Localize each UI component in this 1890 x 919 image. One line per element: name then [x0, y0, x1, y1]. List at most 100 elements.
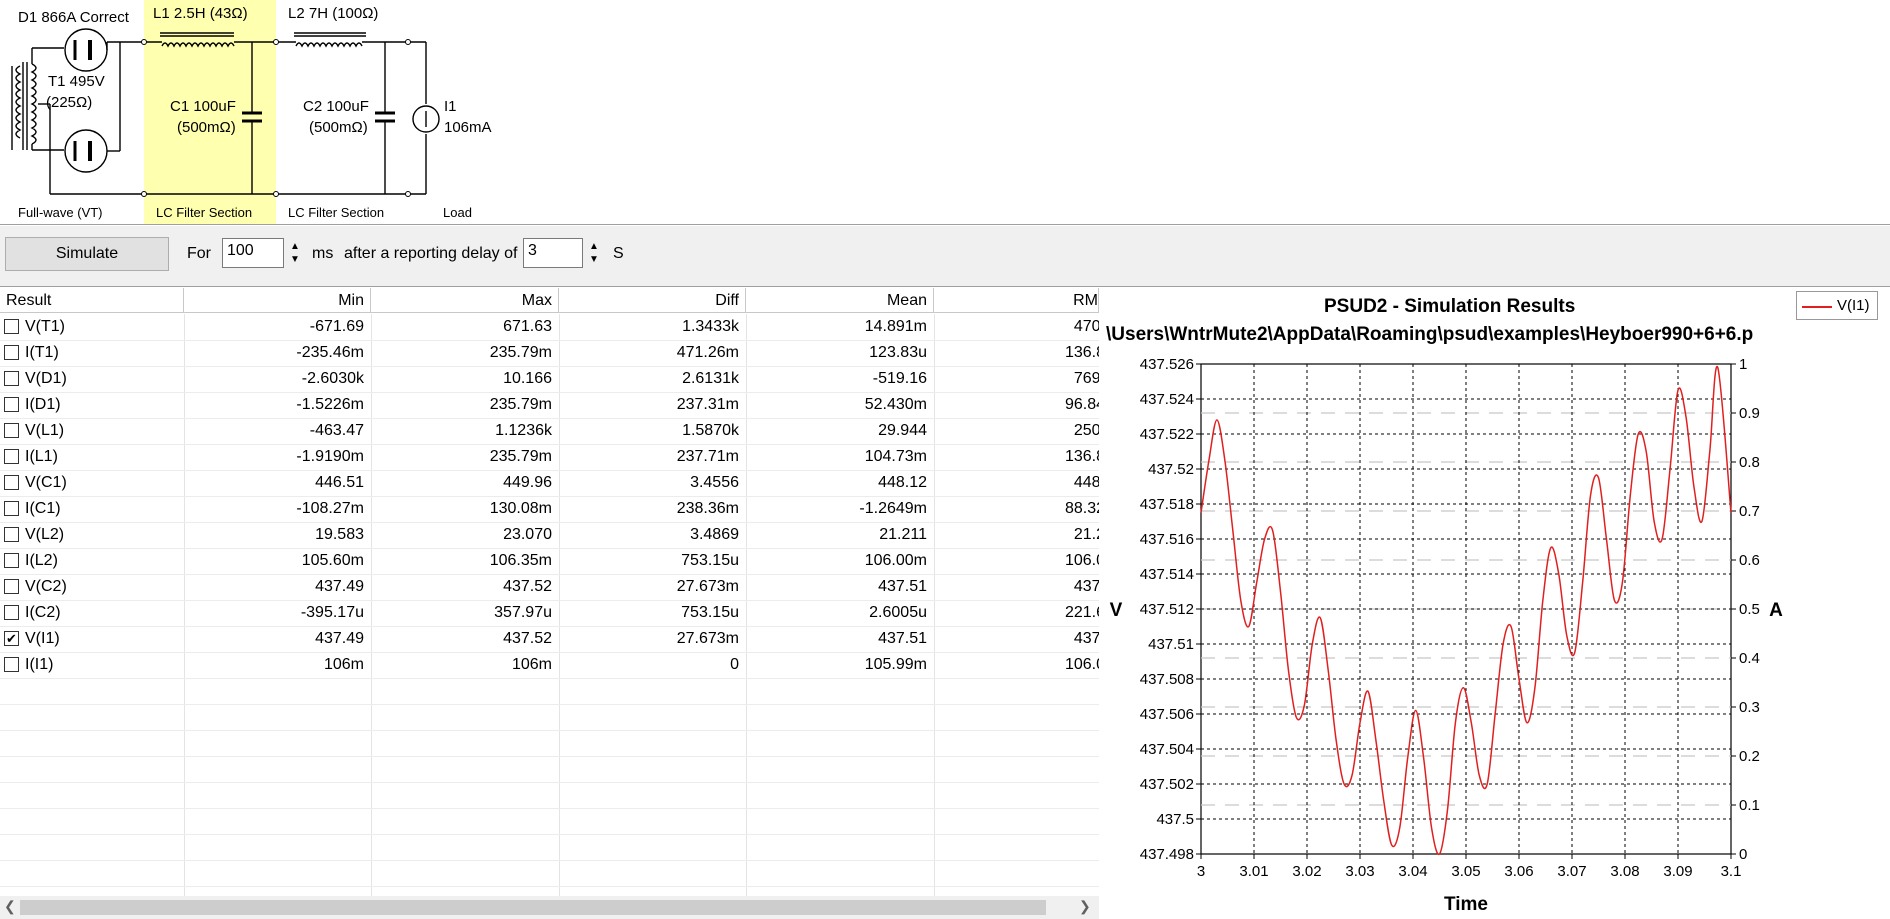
s-label: S [613, 245, 624, 262]
table-row[interactable]: I(L1) -1.9190m 235.79m 237.71m 104.73m 136.8 [0, 444, 1099, 470]
cell-min: -395.17u [300, 604, 364, 621]
cell-max: 106m [511, 656, 552, 673]
row-checkbox[interactable] [4, 449, 19, 464]
scroll-right-icon[interactable]: ❯ [1079, 898, 1091, 915]
row-checkbox[interactable] [4, 657, 19, 672]
delay-spinner[interactable]: ▲ ▼ [583, 238, 605, 268]
row-checkbox[interactable] [4, 579, 19, 594]
cell-max: 23.070 [503, 526, 552, 543]
y2-axis-label: A [1769, 600, 1783, 621]
x-tick-label: 3 [1197, 863, 1205, 880]
cell-mean: -1.2649m [859, 500, 927, 517]
row-checkbox[interactable]: ✔ [4, 631, 19, 646]
chart-legend[interactable]: V(I1) [1796, 291, 1878, 320]
row-checkbox[interactable] [4, 345, 19, 360]
cell-name: V(T1) [25, 318, 65, 335]
c2-esr: (500mΩ) [309, 119, 368, 136]
row-checkbox[interactable] [4, 475, 19, 490]
x-tick-label: 3.06 [1504, 863, 1533, 880]
table-row[interactable]: I(C1) -108.27m 130.08m 238.36m -1.2649m 88.32 [0, 496, 1099, 522]
i1-value: 106mA [444, 119, 492, 136]
cell-max: 235.79m [489, 344, 552, 361]
c2-label[interactable]: C2 100uF [303, 98, 369, 115]
table-row[interactable]: I(I1) 106m 106m 0 105.99m 106.0 [0, 652, 1099, 678]
cell-diff: 2.6131k [682, 370, 739, 387]
l2-label[interactable]: L2 7H (100Ω) [288, 5, 378, 22]
scrollbar-thumb[interactable] [20, 900, 1046, 915]
cell-min: -463.47 [309, 422, 364, 439]
cell-max: 10.166 [503, 370, 552, 387]
table-row[interactable]: I(L2) 105.60m 106.35m 753.15u 106.00m 106.0 [0, 548, 1099, 574]
duration-spinner[interactable]: ▲ ▼ [284, 238, 306, 268]
cell-mean: 21.211 [879, 526, 927, 543]
cell-mean: 52.430m [864, 396, 927, 413]
column-header-diff[interactable]: Diff [559, 288, 746, 313]
column-header-max[interactable]: Max [371, 288, 559, 313]
cell-diff: 27.673m [676, 578, 739, 595]
duration-input[interactable]: 100 [222, 238, 284, 268]
row-checkbox[interactable] [4, 605, 19, 620]
table-row[interactable]: V(T1) -671.69 671.63 1.3433k 14.891m 470. [0, 314, 1099, 340]
simulate-button[interactable]: Simulate [5, 237, 169, 271]
row-checkbox[interactable] [4, 501, 19, 516]
spin-down-icon[interactable]: ▼ [589, 254, 599, 265]
schematic-separator [0, 224, 1890, 225]
x-axis-label: Time [1444, 894, 1488, 915]
cell-mean: 106.00m [864, 552, 927, 569]
horizontal-scrollbar[interactable]: ❮ ❯ [0, 896, 1099, 919]
cell-diff: 1.3433k [682, 318, 739, 335]
c1-label[interactable]: C1 100uF [170, 98, 236, 115]
cell-diff: 471.26m [676, 344, 739, 361]
cell-name: I(D1) [25, 396, 61, 413]
spin-up-icon[interactable]: ▲ [589, 241, 599, 252]
cell-min: 437.49 [315, 578, 364, 595]
spin-down-icon[interactable]: ▼ [290, 254, 300, 265]
cell-min: -2.6030k [301, 370, 364, 387]
table-row[interactable]: V(C1) 446.51 449.96 3.4556 448.12 448. [0, 470, 1099, 496]
column-header-result[interactable]: Result [0, 288, 184, 313]
cell-diff: 27.673m [676, 630, 739, 647]
table-row[interactable]: I(C2) -395.17u 357.97u 753.15u 2.6005u 221.6 [0, 600, 1099, 626]
x-tick-label: 3.07 [1557, 863, 1586, 880]
row-checkbox[interactable] [4, 553, 19, 568]
column-header-rms[interactable]: RM [934, 288, 1099, 313]
i1-label[interactable]: I1 [444, 98, 457, 115]
toolbar-separator [0, 286, 1890, 287]
cell-diff: 0 [730, 656, 739, 673]
row-checkbox[interactable] [4, 319, 19, 334]
table-row[interactable]: I(D1) -1.5226m 235.79m 237.31m 52.430m 96.84 [0, 392, 1099, 418]
table-row[interactable]: V(L1) -463.47 1.1236k 1.5870k 29.944 250. [0, 418, 1099, 444]
cell-mean: 437.51 [878, 578, 927, 595]
l1-label[interactable]: L1 2.5H (43Ω) [153, 5, 248, 22]
table-row[interactable]: V(D1) -2.6030k 10.166 2.6131k -519.16 769. [0, 366, 1099, 392]
row-checkbox[interactable] [4, 527, 19, 542]
spin-up-icon[interactable]: ▲ [290, 241, 300, 252]
table-row[interactable]: V(C2) 437.49 437.52 27.673m 437.51 437. [0, 574, 1099, 600]
delay-input[interactable]: 3 [523, 238, 583, 268]
column-header-min[interactable]: Min [184, 288, 371, 313]
t1-label[interactable]: T1 495V [48, 73, 105, 90]
schematic-wiring [11, 28, 440, 197]
row-checkbox[interactable] [4, 397, 19, 412]
row-checkbox[interactable] [4, 423, 19, 438]
cell-name: I(I1) [25, 656, 54, 673]
table-row[interactable]: I(T1) -235.46m 235.79m 471.26m 123.83u 136.8 [0, 340, 1099, 366]
d1-label[interactable]: D1 866A Correct [18, 9, 129, 26]
cell-diff: 237.71m [676, 448, 739, 465]
results-grid[interactable]: Result Min Max Diff Mean RM V(T1) -671.69… [0, 288, 1099, 896]
cell-rms: 106.0 [1064, 552, 1099, 569]
cell-mean: 29.944 [878, 422, 927, 439]
grid-row-line [0, 756, 1099, 757]
cell-name: I(L1) [25, 448, 58, 465]
cell-diff: 753.15u [681, 604, 739, 621]
row-checkbox[interactable] [4, 371, 19, 386]
column-header-mean[interactable]: Mean [746, 288, 934, 313]
table-row[interactable]: V(L2) 19.583 23.070 3.4869 21.211 21.2 [0, 522, 1099, 548]
table-row[interactable]: ✔ V(I1) 437.49 437.52 27.673m 437.51 437. [0, 626, 1099, 652]
cell-name: V(I1) [25, 630, 60, 647]
cell-diff: 1.5870k [682, 422, 739, 439]
simulation-toolbar: Simulate For 100 ▲ ▼ ms after a reportin… [0, 226, 1890, 286]
scroll-left-icon[interactable]: ❮ [4, 898, 16, 915]
cell-mean: 448.12 [878, 474, 927, 491]
cell-diff: 237.31m [676, 396, 739, 413]
